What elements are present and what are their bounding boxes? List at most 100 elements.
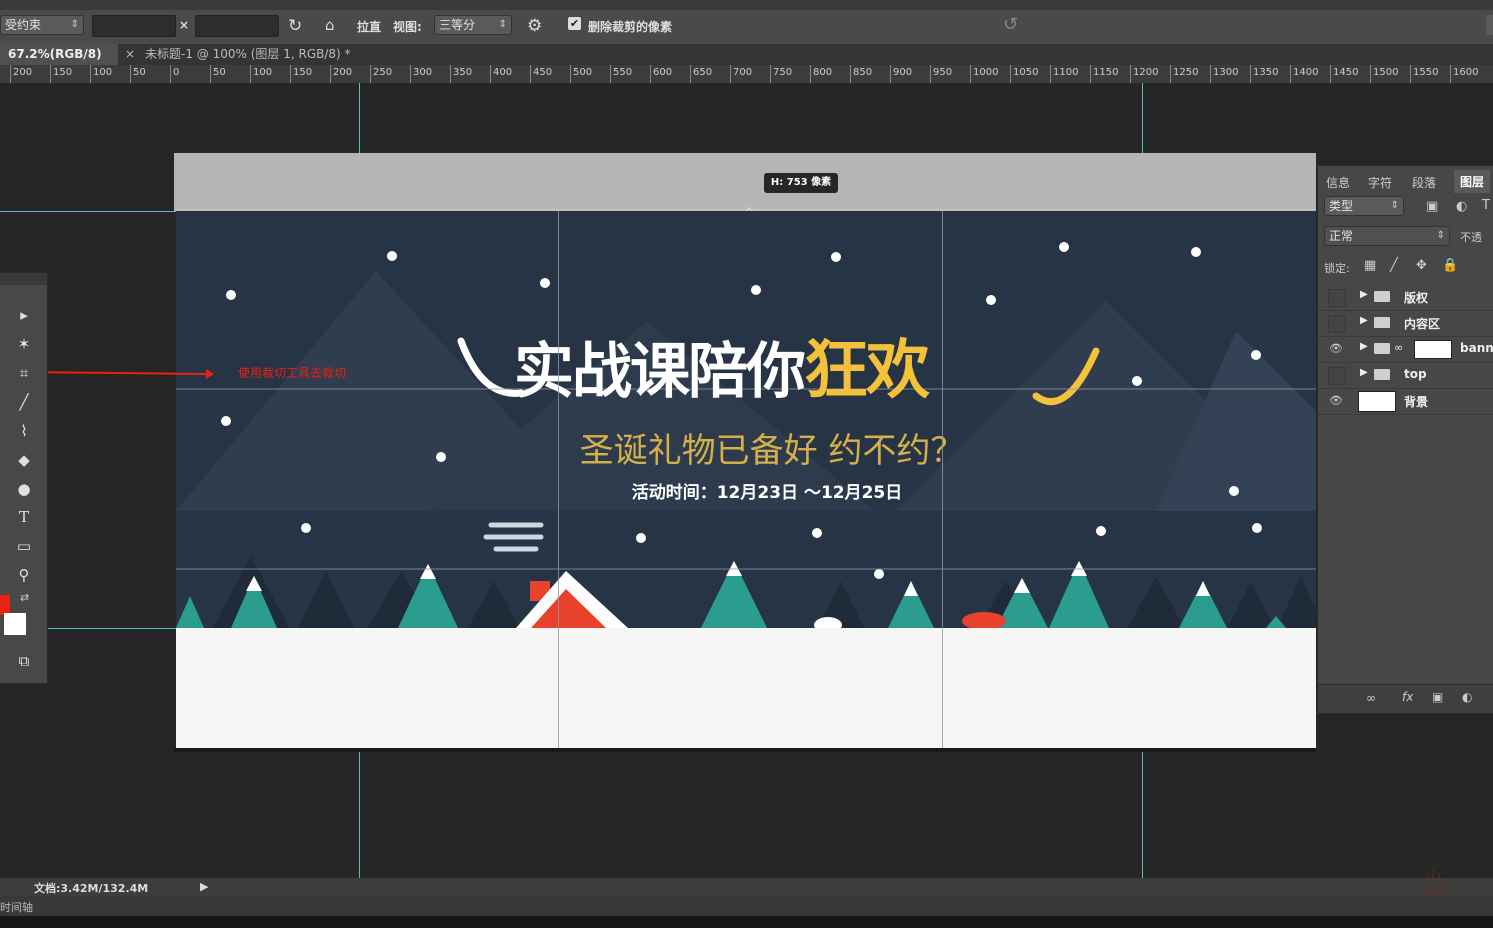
expand-arrow-icon[interactable]: ▶ [1360,367,1368,378]
horizontal-ruler[interactable]: 200 150 100 50 0 50 100 150 200 250 300 350 400 450 50… [0,65,1493,84]
expand-arrow-icon[interactable]: ▶ [1360,289,1368,300]
type-icon[interactable]: T [12,505,36,529]
expand-arrow-icon[interactable]: ▶ [1360,341,1368,352]
layer-row-background[interactable]: 👁 背景 [1318,388,1493,415]
height-input[interactable] [195,15,279,37]
straighten-label[interactable]: 拉直 [357,18,381,35]
ruler-tick [50,65,51,83]
move-icon[interactable]: ▸ [12,303,36,327]
image-filter-icon[interactable]: ▣ [1426,199,1438,214]
background-color-swatch[interactable] [4,613,26,635]
expand-arrow-icon[interactable]: ▶ [1360,315,1368,326]
adjustment-layer-icon[interactable]: ◐ [1462,690,1472,704]
status-menu-arrow-icon[interactable]: ▶ [200,880,208,893]
layer-name: 背景 [1404,395,1429,409]
layer-mask-thumbnail[interactable] [1414,340,1452,359]
swap-dimensions-button[interactable]: × [179,18,189,32]
zoom-icon[interactable]: ⚲ [12,563,36,587]
ruler-tick-label: 550 [613,67,633,78]
ruler-tick [610,65,611,83]
tab-untitled-document[interactable]: 未标题-1 @ 100% (图层 1, RGB/8) * [137,44,397,65]
ruler-tick [850,65,851,83]
eye-icon[interactable]: 👁 [1328,341,1344,357]
eye-icon[interactable]: 👁 [1328,393,1344,409]
ruler-tick [1130,65,1131,83]
screen-mode-icon[interactable]: ⧉ [12,649,36,673]
visibility-toggle[interactable] [1328,367,1346,385]
ruler-tick-label: 100 [253,67,273,78]
blend-mode-select[interactable]: 正常 [1324,226,1450,246]
layer-row-top[interactable]: ▶ top [1318,362,1493,389]
magic-wand-icon[interactable]: ✶ [12,332,36,356]
timeline-label[interactable]: 时间轴 [0,899,33,915]
add-mask-icon[interactable]: ▣ [1432,690,1443,704]
ruler-tick-label: 350 [453,67,473,78]
constraint-select[interactable]: 受约束 [0,15,84,35]
crop-icon[interactable]: ⌗ [12,361,36,385]
ruler-tick-label: 1600 [1453,67,1479,78]
clone-stamp-icon[interactable]: ⌇ [12,419,36,443]
kind-filter-label: 类型 [1329,199,1354,213]
ruler-tick [890,65,891,83]
ruler-tick-label: 500 [573,67,593,78]
straighten-icon[interactable]: ⌂ [325,16,335,34]
document-canvas[interactable]: H: 753 像素 ✥ [174,153,1327,752]
ruler-tick-label: 850 [853,67,873,78]
tab-active-document[interactable]: 67.2%(RGB/8) * [0,44,118,82]
banner-snow-ground [176,628,1316,748]
tab-info[interactable]: 信息 [1326,174,1350,191]
ruler-tick [650,65,651,83]
kind-filter-select[interactable]: 类型 [1324,196,1404,216]
annotation-arrow [22,369,214,379]
adjustment-filter-icon[interactable]: ◐ [1456,199,1467,214]
type-filter-icon[interactable]: T [1482,198,1490,213]
tab-layers[interactable]: 图层 [1454,170,1491,193]
lock-all-icon[interactable]: 🔒 [1442,258,1458,273]
view-select[interactable]: 三等分 [434,15,512,35]
dodge-icon[interactable]: ● [12,477,36,501]
fx-icon[interactable]: fx [1402,690,1413,704]
layer-row-copyright[interactable]: ▶ 版权 [1318,284,1493,311]
title-strip [0,0,1493,10]
ruler-tick-label: 450 [533,67,553,78]
ruler-tick-label: 1200 [1133,67,1159,78]
tab-untitled-label: 未标题-1 @ 100% (图层 1, RGB/8) * [145,47,351,61]
panel-edge [1486,15,1493,35]
ruler-tick-label: 750 [773,67,793,78]
options-bar: 受约束 × ↻ ⌂ 拉直 视图: 三等分 ⚙ ✔ 删除裁剪的像素 ↺ [0,10,1493,45]
rectangle-icon[interactable]: ▭ [12,534,36,558]
document-size[interactable]: 文档:3.42M/132.4M [34,880,148,896]
reset-icon[interactable]: ↺ [1003,14,1018,35]
paint-bucket-icon[interactable]: ◆ [12,448,36,472]
visibility-toggle[interactable] [1328,289,1346,307]
constraint-select-label: 受约束 [5,18,42,32]
clear-icon[interactable]: ↻ [288,16,302,36]
tab-character[interactable]: 字符 [1368,174,1392,191]
annotation-text: 使用裁切工具去裁切 [238,366,347,380]
layer-row-content[interactable]: ▶ 内容区 [1318,310,1493,337]
banner-date-line: 活动时间：12月23日 ～12月25日 [631,483,903,503]
ruler-tick [490,65,491,83]
width-input[interactable] [92,15,176,37]
gear-icon[interactable]: ⚙ [527,16,542,36]
lock-pixels-icon[interactable]: ╱ [1390,258,1398,273]
ruler-tick [90,65,91,83]
lock-position-icon[interactable]: ✥ [1416,258,1427,273]
tab-close-icon[interactable]: × [125,47,135,61]
foreground-color-swatch[interactable] [0,595,10,615]
brush-icon[interactable]: ╱ [12,390,36,414]
layer-row-banner[interactable]: 👁 ▶ ∞ banner [1318,336,1493,363]
guide-horizontal-top[interactable] [0,211,176,212]
link-layers-icon[interactable]: ∞ [1366,691,1376,705]
visibility-toggle[interactable] [1328,315,1346,333]
watermark-flame-icon: ♨ [1418,858,1454,904]
ruler-tick-label: 950 [933,67,953,78]
status-bar: 文档:3.42M/132.4M ▶ [0,878,1493,896]
swap-colors-icon[interactable]: ⇄ [20,591,29,604]
tab-paragraph[interactable]: 段落 [1412,174,1436,191]
delete-pixels-checkbox[interactable]: ✔ [568,17,581,30]
lock-transparency-icon[interactable]: ▦ [1364,258,1376,273]
ruler-tick [10,65,11,83]
timeline-bar[interactable]: 时间轴 [0,896,1493,916]
ruler-tick [730,65,731,83]
